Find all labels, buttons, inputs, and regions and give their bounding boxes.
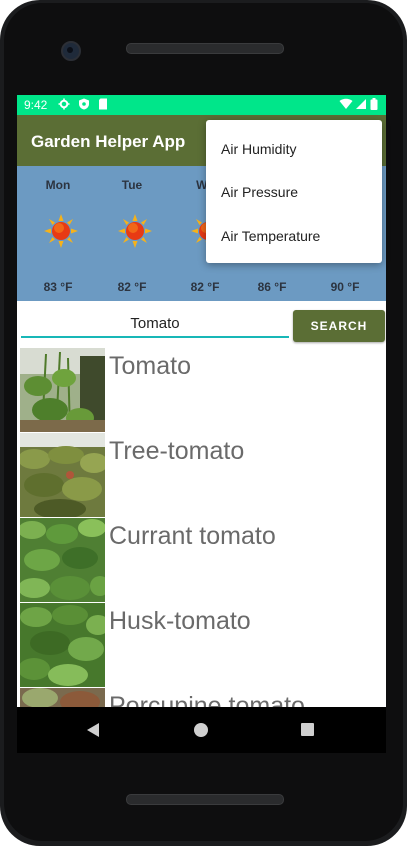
phone-frame: 9:42 Garden Helper App Mon 83 °F Tue 82 … xyxy=(0,0,407,846)
bottom-speaker xyxy=(126,794,284,805)
shield-icon xyxy=(79,98,89,110)
menu-item-air-pressure[interactable]: Air Pressure xyxy=(221,184,298,200)
forecast-day: Mon 83 °F xyxy=(22,166,94,301)
forecast-temperature: 86 °F xyxy=(257,280,287,294)
plant-thumbnail xyxy=(20,348,105,432)
forecast-temperature: 83 °F xyxy=(43,280,73,294)
plant-name: Tomato xyxy=(109,352,191,380)
plant-thumbnail xyxy=(20,518,105,602)
top-speaker xyxy=(126,43,284,54)
sun-icon xyxy=(118,214,152,248)
recent-apps-icon[interactable] xyxy=(301,723,314,736)
home-icon[interactable] xyxy=(194,723,208,737)
list-item[interactable]: Tree-tomato xyxy=(17,433,386,518)
status-bar: 9:42 xyxy=(17,95,386,115)
forecast-temperature: 90 °F xyxy=(330,280,360,294)
results-list[interactable]: Tomato Tree-tomato Currant tomato Husk-t… xyxy=(17,348,386,707)
back-icon[interactable] xyxy=(87,723,99,737)
plant-name: Currant tomato xyxy=(109,522,276,550)
forecast-day-name: Tue xyxy=(121,178,143,192)
system-nav-bar xyxy=(17,707,386,753)
wifi-icon xyxy=(339,98,353,109)
signal-icon xyxy=(356,99,366,109)
overflow-menu: Air Humidity Air Pressure Air Temperatur… xyxy=(206,120,382,263)
list-item[interactable]: Tomato xyxy=(17,348,386,433)
plant-name: Husk-tomato xyxy=(109,607,251,635)
front-camera xyxy=(61,41,81,61)
plant-thumbnail xyxy=(20,603,105,687)
search-input[interactable] xyxy=(21,310,289,338)
forecast-temperature: 82 °F xyxy=(190,280,220,294)
plant-thumbnail xyxy=(20,433,105,517)
menu-item-air-humidity[interactable]: Air Humidity xyxy=(221,141,296,157)
sun-icon xyxy=(44,214,78,248)
battery-icon xyxy=(370,98,378,110)
status-time: 9:42 xyxy=(24,98,48,112)
forecast-temperature: 82 °F xyxy=(117,280,147,294)
app-title: Garden Helper App xyxy=(31,132,186,151)
list-item[interactable]: Porcupine tomato xyxy=(17,688,386,707)
settings-icon xyxy=(58,98,70,110)
list-item[interactable]: Husk-tomato xyxy=(17,603,386,688)
forecast-day: Tue 82 °F xyxy=(96,166,168,301)
sd-card-icon xyxy=(99,98,107,110)
forecast-day-name: Mon xyxy=(45,178,71,192)
search-button[interactable]: SEARCH xyxy=(293,310,385,342)
plant-thumbnail xyxy=(20,688,105,707)
list-item[interactable]: Currant tomato xyxy=(17,518,386,603)
plant-name: Porcupine tomato xyxy=(109,692,305,707)
search-row: SEARCH xyxy=(17,301,386,345)
plant-name: Tree-tomato xyxy=(109,437,245,465)
menu-item-air-temperature[interactable]: Air Temperature xyxy=(221,228,320,244)
